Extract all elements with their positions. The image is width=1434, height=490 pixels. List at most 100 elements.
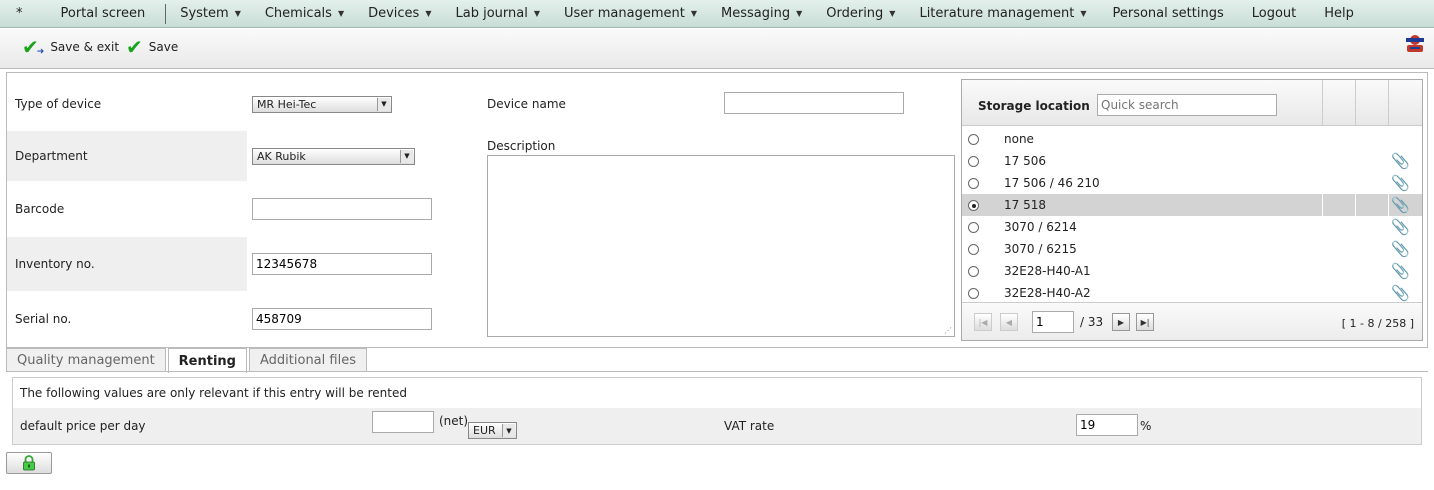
menu-personal-settings[interactable]: Personal settings xyxy=(1098,0,1237,28)
list-item-selected[interactable]: 17 518 📎 xyxy=(962,194,1422,216)
paperclip-icon[interactable]: 📎 xyxy=(1391,218,1410,236)
description-textarea[interactable]: ⋰ xyxy=(487,155,955,337)
currency-select[interactable]: EUR ▼ xyxy=(468,422,517,439)
menu-portal-screen[interactable]: Portal screen xyxy=(37,0,164,28)
radio-button-checked[interactable] xyxy=(968,199,979,211)
inventory-row: Inventory no. xyxy=(7,237,481,291)
list-item[interactable]: 32E28-H40-A2 📎 xyxy=(962,282,1422,304)
menu-label: Logout xyxy=(1251,6,1297,21)
department-row: Department AK Rubik ▼ xyxy=(7,131,481,181)
menu-star[interactable]: * xyxy=(0,0,37,28)
toolbar: ✔ ➜ Save & exit ✔ Save xyxy=(0,29,1434,69)
pagination-bar: |◀ ◀ / 33 ▶ ▶| [ 1 - 8 / 258 ] xyxy=(962,302,1422,340)
menu-lab-journal[interactable]: Lab journal ▼ xyxy=(443,0,552,28)
radio-button[interactable] xyxy=(968,155,979,167)
menu-messaging[interactable]: Messaging ▼ xyxy=(709,0,814,28)
column-divider xyxy=(1322,80,1323,126)
chevron-down-icon: ▼ xyxy=(690,9,697,18)
save-exit-button[interactable]: ✔ ➜ Save & exit xyxy=(22,35,119,59)
device-name-label: Device name xyxy=(487,97,566,111)
list-item[interactable]: 17 506 / 46 210 📎 xyxy=(962,172,1422,194)
radio-button[interactable] xyxy=(968,221,979,233)
tab-quality-management[interactable]: Quality management xyxy=(6,348,166,372)
first-page-icon[interactable]: |◀ xyxy=(974,313,992,331)
menu-system[interactable]: System ▼ xyxy=(168,0,253,28)
last-page-icon[interactable]: ▶| xyxy=(1136,313,1154,331)
inventory-cell xyxy=(247,237,481,291)
lock-button[interactable] xyxy=(6,452,52,474)
renting-row: default price per day (net) EUR ▼ VAT ra… xyxy=(13,408,1421,444)
page-count: / 33 xyxy=(1080,315,1104,329)
radio-button[interactable] xyxy=(968,287,979,299)
menu-label: Lab journal xyxy=(455,6,528,21)
user-icon[interactable] xyxy=(1404,33,1426,53)
price-label: default price per day xyxy=(20,419,146,433)
paperclip-icon[interactable]: 📎 xyxy=(1391,240,1410,258)
department-select[interactable]: AK Rubik ▼ xyxy=(252,147,415,165)
device-name-input[interactable] xyxy=(724,92,904,114)
menu-logout[interactable]: Logout xyxy=(1238,0,1311,28)
save-button[interactable]: ✔ Save xyxy=(126,35,178,59)
device-form: Type of device MR Hei-Tec ▼ Department A… xyxy=(6,72,1428,348)
chevron-down-icon: ▼ xyxy=(1080,9,1087,18)
checkmark-icon: ✔ xyxy=(126,35,143,59)
menu-label: Messaging xyxy=(721,6,791,21)
chevron-down-icon: ▼ xyxy=(502,424,515,437)
menu-devices[interactable]: Devices ▼ xyxy=(356,0,443,28)
price-input[interactable] xyxy=(372,411,434,433)
menu-user-management[interactable]: User management ▼ xyxy=(552,0,709,28)
type-row: Type of device MR Hei-Tec ▼ xyxy=(7,79,481,129)
serial-input[interactable] xyxy=(252,308,432,330)
paperclip-icon[interactable]: 📎 xyxy=(1391,196,1410,214)
menu-label: Ordering xyxy=(826,6,884,21)
paperclip-icon[interactable]: 📎 xyxy=(1391,284,1410,302)
chevron-down-icon: ▼ xyxy=(337,9,345,18)
list-item[interactable]: none xyxy=(962,128,1422,150)
menu-chemicals[interactable]: Chemicals ▼ xyxy=(253,0,356,28)
menu-literature-management[interactable]: Literature management ▼ xyxy=(907,0,1098,28)
resize-grip-icon[interactable]: ⋰ xyxy=(944,326,952,335)
chevron-down-icon: ▼ xyxy=(234,9,241,18)
paperclip-icon[interactable]: 📎 xyxy=(1391,152,1410,170)
list-item[interactable]: 3070 / 6215 📎 xyxy=(962,238,1422,260)
tab-renting[interactable]: Renting xyxy=(167,348,247,373)
radio-button[interactable] xyxy=(968,265,979,277)
menu-help[interactable]: Help xyxy=(1310,0,1368,28)
tab-additional-files[interactable]: Additional files xyxy=(249,348,367,372)
prev-page-icon[interactable]: ◀ xyxy=(1000,313,1018,331)
type-label: Type of device xyxy=(15,97,102,111)
paperclip-icon[interactable]: 📎 xyxy=(1391,262,1410,280)
radio-button[interactable] xyxy=(968,133,979,145)
chevron-down-icon: ▼ xyxy=(425,9,432,18)
main-menu-bar: * Portal screen System ▼ Chemicals ▼ Devic… xyxy=(0,0,1434,28)
vat-input[interactable] xyxy=(1076,414,1138,436)
type-select[interactable]: MR Hei-Tec ▼ xyxy=(252,95,392,113)
barcode-input[interactable] xyxy=(252,198,432,220)
paperclip-icon[interactable]: 📎 xyxy=(1391,174,1410,192)
chevron-down-icon: ▼ xyxy=(533,9,540,18)
description-label: Description xyxy=(487,139,556,153)
next-page-icon[interactable]: ▶ xyxy=(1112,313,1130,331)
percent-label: % xyxy=(1140,419,1152,433)
vat-label: VAT rate xyxy=(724,419,775,433)
arrow-icon: ➜ xyxy=(36,47,45,57)
radio-button[interactable] xyxy=(968,177,979,189)
record-range: [ 1 - 8 / 258 ] xyxy=(1341,317,1414,330)
list-item[interactable]: 3070 / 6214 📎 xyxy=(962,216,1422,238)
storage-location-panel: Storage location none 17 506 📎 17 506 / … xyxy=(961,79,1423,341)
radio-button[interactable] xyxy=(968,243,979,255)
menu-ordering[interactable]: Ordering ▼ xyxy=(814,0,907,28)
page-input[interactable] xyxy=(1032,311,1074,333)
chevron-down-icon: ▼ xyxy=(377,97,390,111)
tab-bar: Quality management Renting Additional fi… xyxy=(6,348,369,373)
inventory-input[interactable] xyxy=(252,253,432,275)
department-value: AK Rubik xyxy=(257,149,306,163)
list-item[interactable]: 32E28-H40-A1 📎 xyxy=(962,260,1422,282)
storage-search-input[interactable] xyxy=(1097,94,1277,116)
location-name: 32E28-H40-A1 xyxy=(1004,264,1091,278)
menu-label: Literature management xyxy=(919,6,1075,21)
list-item[interactable]: 17 506 📎 xyxy=(962,150,1422,172)
renting-note: The following values are only relevant i… xyxy=(20,386,407,400)
renting-panel: The following values are only relevant i… xyxy=(12,377,1422,445)
tab-label: Quality management xyxy=(17,353,155,368)
